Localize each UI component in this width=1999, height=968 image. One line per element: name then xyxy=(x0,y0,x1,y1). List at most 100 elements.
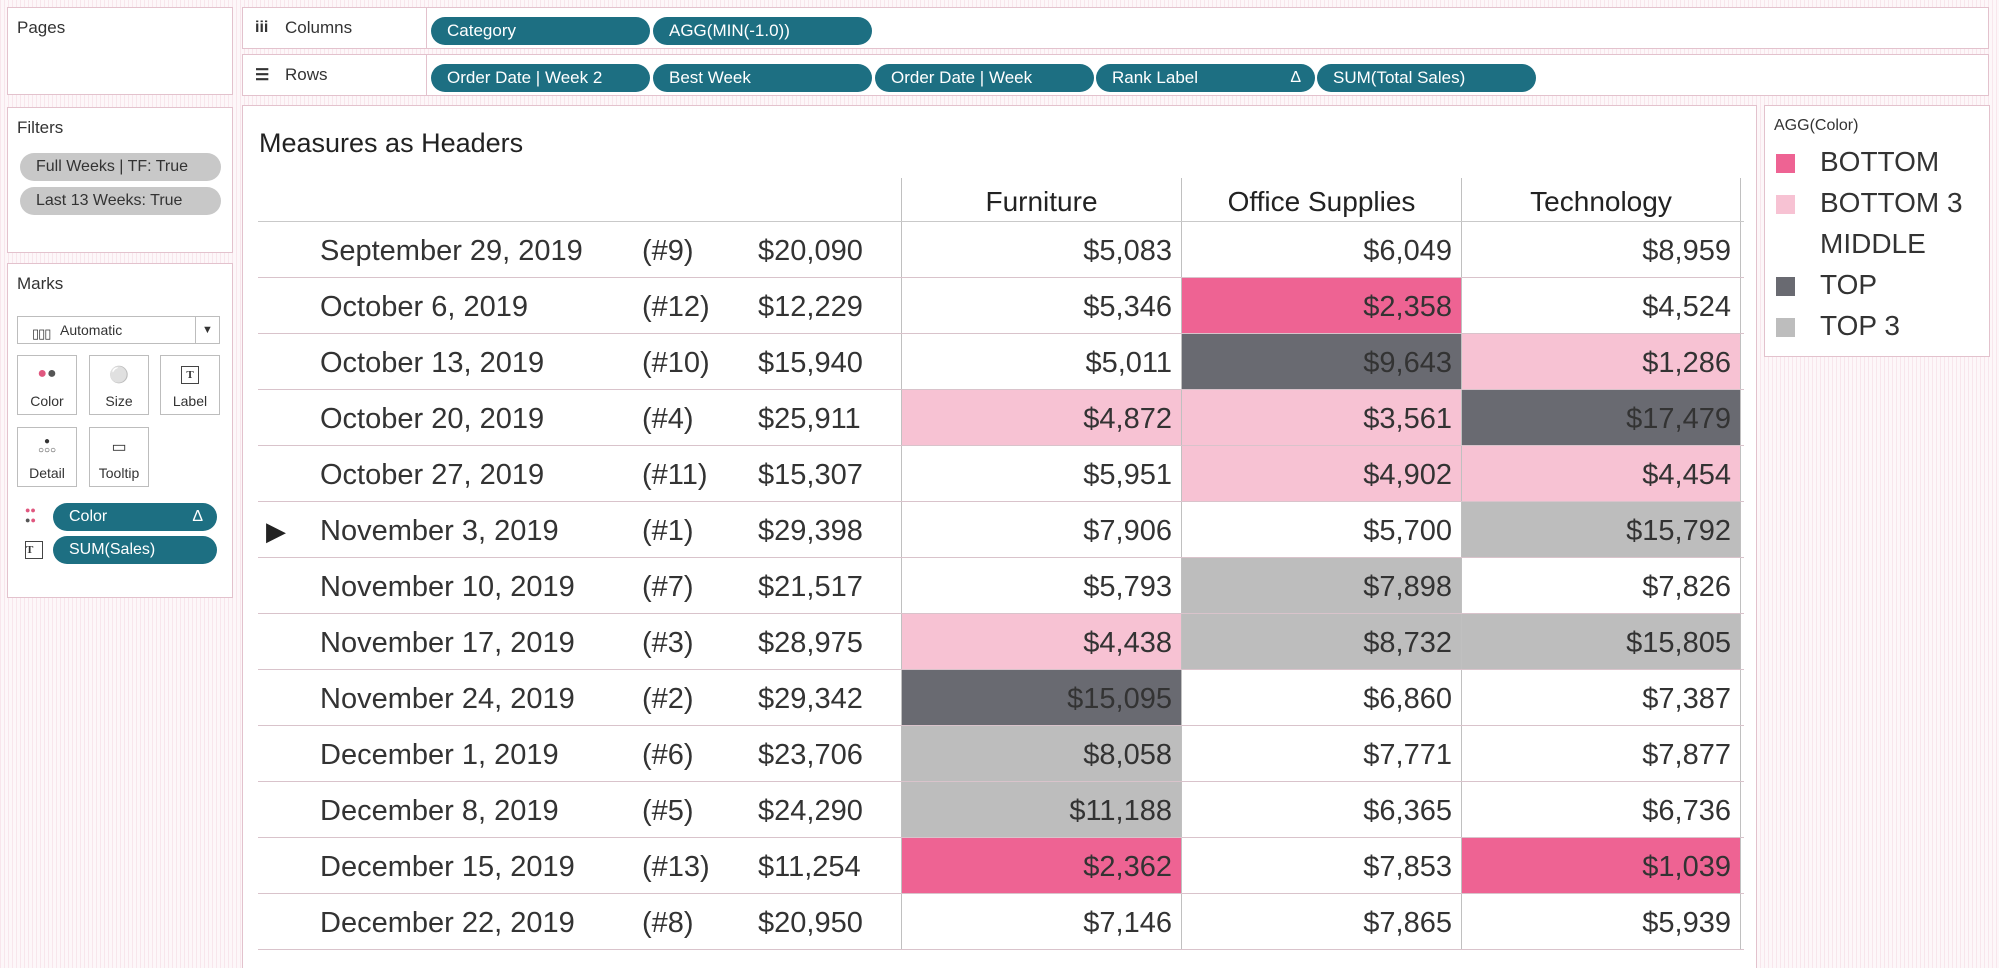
sales-cell[interactable]: $7,898 xyxy=(1181,558,1461,613)
size-circles-icon: ⚪ xyxy=(109,367,129,384)
marks-field-color[interactable]: ●● ●● Color Δ xyxy=(25,503,220,531)
column-header-technology[interactable]: Technology xyxy=(1461,178,1741,222)
pill-label: Order Date | Week 2 xyxy=(447,68,603,87)
total-sales: $15,307 xyxy=(758,459,863,491)
sales-cell[interactable]: $5,951 xyxy=(901,446,1181,501)
sales-cell[interactable]: $7,146 xyxy=(901,894,1181,949)
color-field-pill[interactable]: Color Δ xyxy=(53,503,217,531)
legend-swatch xyxy=(1776,236,1795,255)
sales-cell[interactable]: $6,365 xyxy=(1181,782,1461,837)
sales-cell[interactable]: $2,358 xyxy=(1181,278,1461,333)
tooltip-button[interactable]: ▭ Tooltip xyxy=(89,427,149,487)
view-title: Measures as Headers xyxy=(259,128,524,158)
column-pill-agg-min[interactable]: AGG(MIN(-1.0)) xyxy=(653,17,872,45)
sales-cell[interactable]: $8,732 xyxy=(1181,614,1461,669)
table-row[interactable]: October 20, 2019 (#4) $25,911 $4,872 $3,561 $… xyxy=(258,390,1744,446)
sales-cell[interactable]: $6,736 xyxy=(1461,782,1741,837)
marks-field-label[interactable]: T SUM(Sales) xyxy=(25,536,220,564)
view-panel: Measures as Headers Furniture Office Sup… xyxy=(242,105,1757,968)
table-row[interactable]: December 1, 2019 (#6) $23,706 $8,058 $7,771 $… xyxy=(258,726,1744,782)
sales-cell[interactable]: $1,286 xyxy=(1461,334,1741,389)
sales-cell[interactable]: $7,853 xyxy=(1181,838,1461,893)
rank-label: (#10) xyxy=(642,347,710,379)
sales-cell[interactable]: $1,039 xyxy=(1461,838,1741,893)
legend-swatch xyxy=(1776,154,1795,173)
rank-label: (#2) xyxy=(642,683,694,715)
sales-cell[interactable]: $8,959 xyxy=(1461,222,1741,277)
column-header-furniture[interactable]: Furniture xyxy=(901,178,1181,222)
sales-cell[interactable]: $7,771 xyxy=(1181,726,1461,781)
row-pill-best-week[interactable]: Best Week xyxy=(653,64,872,92)
sales-cell[interactable]: $4,902 xyxy=(1181,446,1461,501)
sum-sales-field-pill[interactable]: SUM(Sales) xyxy=(53,536,217,564)
sales-cell[interactable]: $4,438 xyxy=(901,614,1181,669)
total-sales: $11,254 xyxy=(758,851,861,883)
table-row[interactable]: November 10, 2019 (#7) $21,517 $5,793 $7,898… xyxy=(258,558,1744,614)
legend-item[interactable]: BOTTOM 3 xyxy=(1776,185,1976,221)
table-row[interactable]: November 24, 2019 (#2) $29,342 $15,095 $6,86… xyxy=(258,670,1744,726)
sales-cell[interactable]: $6,860 xyxy=(1181,670,1461,725)
legend-item[interactable]: TOP 3 xyxy=(1776,308,1976,344)
sales-cell[interactable]: $4,872 xyxy=(901,390,1181,445)
table-row[interactable]: December 15, 2019 (#13) $11,254 $2,362 $7,85… xyxy=(258,838,1744,894)
sales-cell[interactable]: $5,346 xyxy=(901,278,1181,333)
table-row[interactable]: November 17, 2019 (#3) $28,975 $4,438 $8,732… xyxy=(258,614,1744,670)
tooltip-button-label: Tooltip xyxy=(98,465,140,481)
row-pill-order-date-week-2[interactable]: Order Date | Week 2 xyxy=(431,64,650,92)
table-row[interactable]: December 8, 2019 (#5) $24,290 $11,188 $6,365… xyxy=(258,782,1744,838)
table-row[interactable]: October 27, 2019 (#11) $15,307 $5,951 $4,902… xyxy=(258,446,1744,502)
sales-cell[interactable]: $8,058 xyxy=(901,726,1181,781)
sales-cell[interactable]: $17,479 xyxy=(1461,390,1741,445)
sales-cell[interactable]: $5,939 xyxy=(1461,894,1741,949)
color-button[interactable]: ●● Color xyxy=(17,355,77,415)
sales-cell[interactable]: $15,095 xyxy=(901,670,1181,725)
sales-cell[interactable]: $4,524 xyxy=(1461,278,1741,333)
sales-cell[interactable]: $7,906 xyxy=(901,502,1181,557)
sales-cell[interactable]: $2,362 xyxy=(901,838,1181,893)
filters-panel: Filters Full Weeks | TF: True Last 13 We… xyxy=(7,107,233,253)
chevron-down-icon[interactable]: ▼ xyxy=(195,317,219,343)
legend-item[interactable]: TOP xyxy=(1776,267,1976,303)
detail-button[interactable]: ● ○○○ Detail xyxy=(17,427,77,487)
filter-pill-full-weeks[interactable]: Full Weeks | TF: True xyxy=(20,153,221,181)
table-row[interactable]: September 29, 2019 (#9) $20,090 $5,083 $6,04… xyxy=(258,222,1744,278)
sales-cell[interactable]: $7,865 xyxy=(1181,894,1461,949)
sales-cell[interactable]: $6,049 xyxy=(1181,222,1461,277)
row-pill-rank-label[interactable]: Rank Label Δ xyxy=(1096,64,1315,92)
week-date: November 10, 2019 xyxy=(320,571,575,603)
filter-pill-last-13-weeks[interactable]: Last 13 Weeks: True xyxy=(20,187,221,215)
sales-cell[interactable]: $9,643 xyxy=(1181,334,1461,389)
sales-cell[interactable]: $11,188 xyxy=(901,782,1181,837)
table-row[interactable]: October 6, 2019 (#12) $12,229 $5,346 $2,358 $… xyxy=(258,278,1744,334)
pages-panel: Pages xyxy=(7,7,233,95)
legend-item[interactable]: MIDDLE xyxy=(1776,226,1976,262)
legend-item[interactable]: BOTTOM xyxy=(1776,144,1976,180)
sales-cell[interactable]: $5,700 xyxy=(1181,502,1461,557)
column-pill-category[interactable]: Category xyxy=(431,17,650,45)
sales-cell[interactable]: $3,561 xyxy=(1181,390,1461,445)
sales-cell[interactable]: $7,387 xyxy=(1461,670,1741,725)
size-button[interactable]: ⚪ Size xyxy=(89,355,149,415)
week-date: December 1, 2019 xyxy=(320,739,559,771)
table-row[interactable]: October 13, 2019 (#10) $15,940 $5,011 $9,643… xyxy=(258,334,1744,390)
sales-cell[interactable]: $7,877 xyxy=(1461,726,1741,781)
sales-cell[interactable]: $5,011 xyxy=(901,334,1181,389)
row-pill-order-date-week[interactable]: Order Date | Week xyxy=(875,64,1094,92)
play-arrow-icon[interactable]: ▶ xyxy=(266,502,286,557)
pill-label: Best Week xyxy=(669,68,751,87)
sales-cell[interactable]: $15,792 xyxy=(1461,502,1741,557)
sales-cell[interactable]: $7,826 xyxy=(1461,558,1741,613)
mark-type-dropdown[interactable]: ▯▯▯ Automatic ▼ xyxy=(17,316,220,344)
sales-cell[interactable]: $5,793 xyxy=(901,558,1181,613)
label-button[interactable]: T Label xyxy=(160,355,220,415)
row-pill-sum-total-sales[interactable]: SUM(Total Sales) xyxy=(1317,64,1536,92)
sales-cell[interactable]: $5,083 xyxy=(901,222,1181,277)
columns-shelf[interactable]: iii Columns Category AGG(MIN(-1.0)) xyxy=(242,7,1989,49)
column-header-office-supplies[interactable]: Office Supplies xyxy=(1181,178,1461,222)
week-date: December 15, 2019 xyxy=(320,851,575,883)
rows-shelf[interactable]: ☰ Rows Order Date | Week 2 Best Week Ord… xyxy=(242,54,1989,96)
sales-cell[interactable]: $4,454 xyxy=(1461,446,1741,501)
table-row[interactable]: ▶ November 3, 2019 (#1) $29,398 $7,906 $5,700… xyxy=(258,502,1744,558)
table-row[interactable]: December 22, 2019 (#8) $20,950 $7,146 $7,865… xyxy=(258,894,1744,950)
sales-cell[interactable]: $15,805 xyxy=(1461,614,1741,669)
